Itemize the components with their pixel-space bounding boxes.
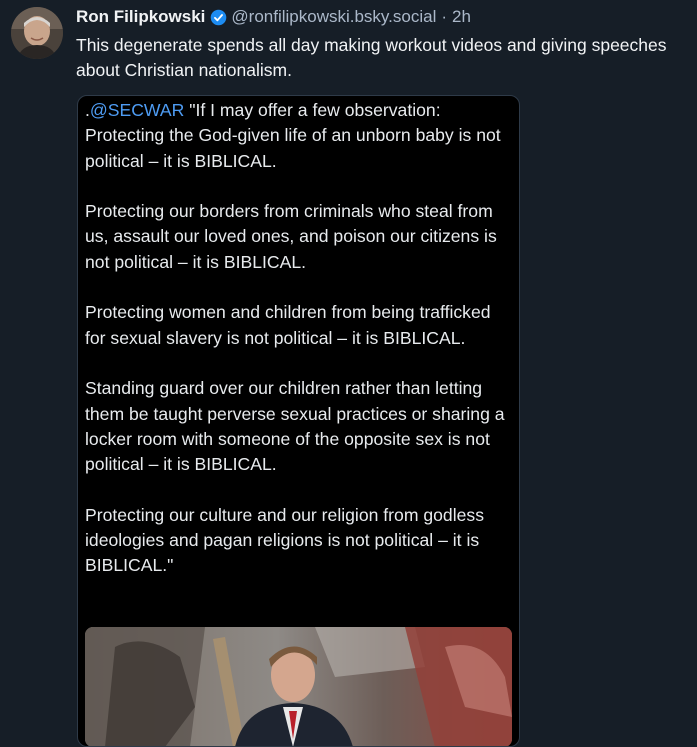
mention-link[interactable]: @SECWAR — [90, 100, 184, 120]
header-separator: · — [441, 7, 448, 26]
quoted-post-media[interactable] — [85, 627, 512, 746]
verified-badge-icon — [210, 9, 227, 26]
video-thumbnail — [85, 627, 512, 746]
quoted-post[interactable]: .@SECWAR "If I may offer a few observati… — [77, 95, 520, 747]
quote-paragraph: Protecting our culture and our religion … — [85, 504, 485, 576]
post-header: Ron Filipkowski @ronfilipkowski.bsky.soc… — [76, 5, 471, 29]
quoted-post-text: .@SECWAR "If I may offer a few observati… — [85, 98, 510, 604]
post-text: This degenerate spends all day making wo… — [76, 35, 667, 80]
quote-paragraph: Standing guard over our children rather … — [85, 378, 505, 475]
post-timestamp[interactable]: 2h — [452, 7, 471, 27]
quote-paragraph: Protecting women and children from being… — [85, 302, 491, 348]
avatar-image — [11, 7, 63, 59]
author-name[interactable]: Ron Filipkowski — [76, 7, 205, 27]
author-avatar[interactable] — [11, 7, 63, 59]
quote-paragraph: Protecting our borders from criminals wh… — [85, 201, 497, 272]
author-handle[interactable]: @ronfilipkowski.bsky.social — [231, 7, 436, 27]
quote-paragraph: .@SECWAR "If I may offer a few observati… — [85, 98, 510, 174]
